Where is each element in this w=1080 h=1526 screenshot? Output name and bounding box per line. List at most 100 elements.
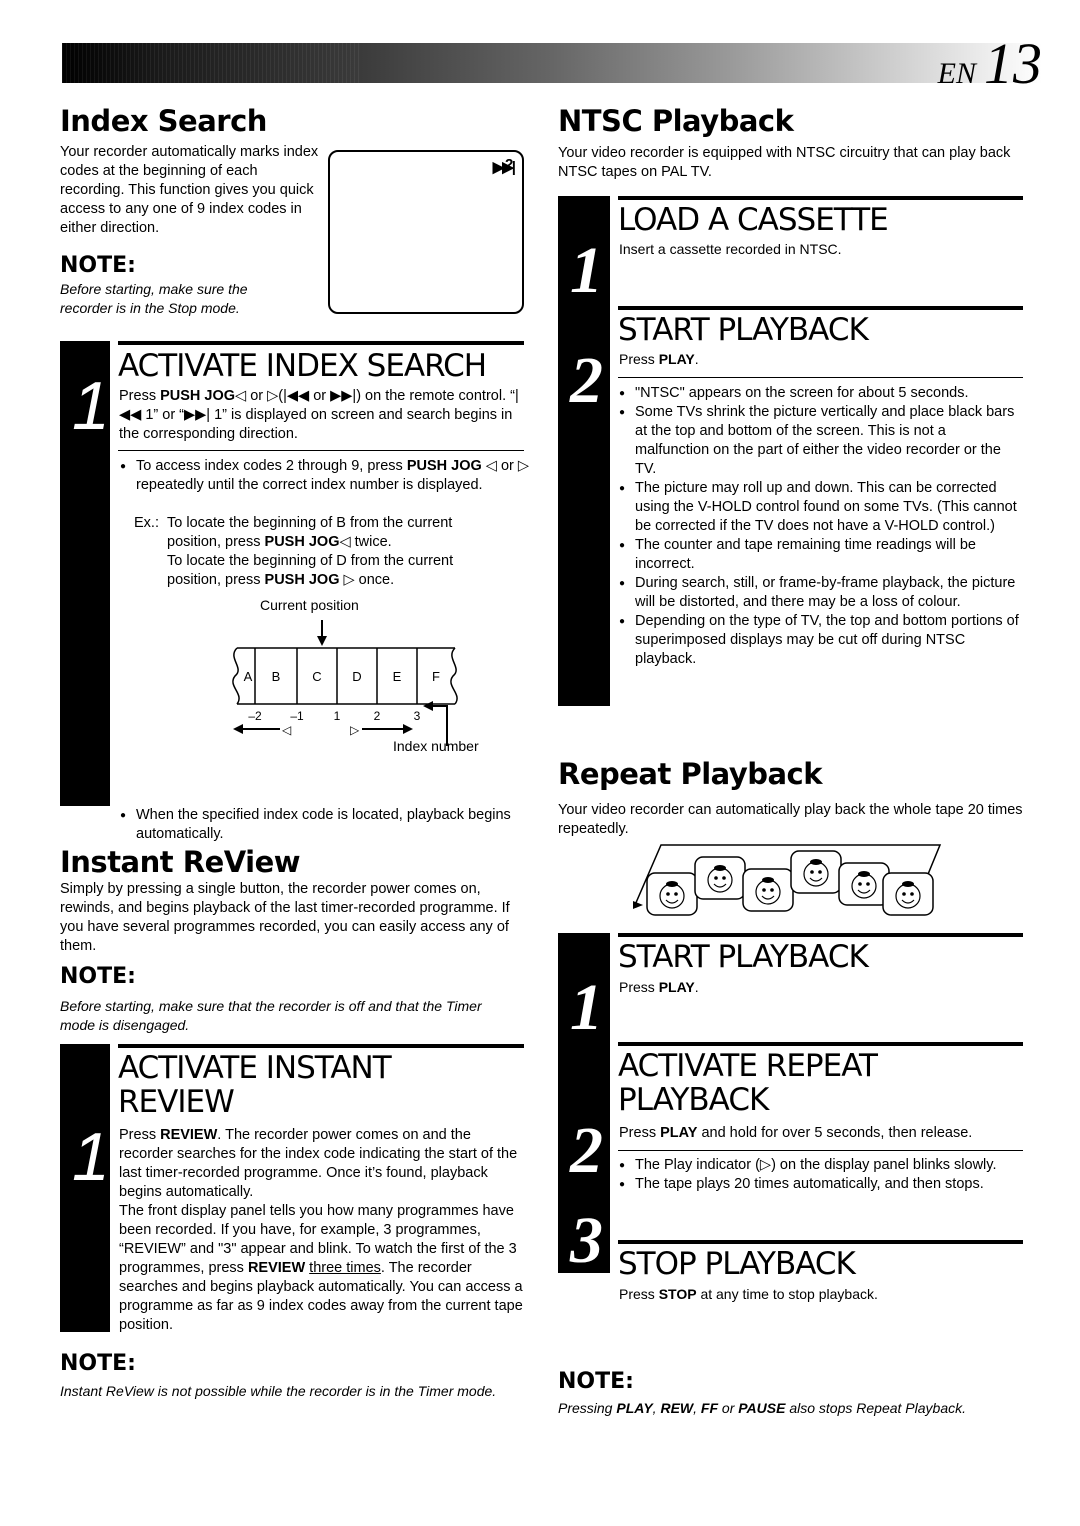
title-line: ACTIVATE REPEAT [618,1048,878,1084]
tape-segment-label: C [312,669,321,684]
step-rule [118,341,524,345]
ntsc-intro: Your video recorder is equipped with NTS… [558,145,1011,180]
step-instruction: Insert a cassette recorded in NTSC. [619,241,842,257]
button-name: PUSH JOG [406,458,482,474]
title-line: REVIEW [118,1084,235,1120]
step-title: ACTIVATE REPEAT PLAYBACK [618,1048,878,1117]
button-name: REW [660,1400,694,1416]
text: To access index codes 2 through 9, press [136,458,407,474]
step-number: 1 [570,234,603,307]
step-number: 1 [72,1119,110,1195]
index-search-intro: Your recorder automatically marks index … [60,144,319,236]
repeat-title: Repeat Playback [558,757,823,791]
bullet-item: When the specified index code is located… [120,806,536,844]
text: . [694,979,699,995]
repeat-bullet-list: The Play indicator (▷) on the display pa… [619,1156,1009,1194]
tape-segment-label: A [244,669,253,684]
note-text: Instant ReView is not possible while the… [60,1383,497,1399]
index-number-tick: –2 [248,709,262,723]
button-name: PUSH JOG [160,388,236,404]
button-name: PLAY [616,1400,653,1416]
text: Press [619,1286,659,1302]
bullet-item: The Play indicator (▷) on the display pa… [619,1156,1009,1175]
tv-frame-cartoon [882,872,934,916]
tv-frame-cartoon [742,868,794,912]
language-code: EN [937,57,976,90]
note-text: Before starting, make sure the recorder … [60,281,248,316]
bullet-item: To access index codes 2 through 9, press… [120,457,536,495]
forward-arrow-head [403,724,413,734]
bullet-item: During search, still, or frame-by-frame … [619,574,1024,612]
text: and hold for over 5 seconds, then releas… [697,1125,973,1141]
pointer-arrow-head [423,701,433,711]
note-text: Before starting, make sure that the reco… [60,998,482,1033]
text: Press [619,351,659,367]
step-number: 2 [570,344,603,417]
button-name: PLAY [658,351,695,367]
title-line: ACTIVATE INSTANT [118,1050,392,1086]
tv-screen-display: ▶▶| [328,150,524,314]
bullet-item: The counter and tape remaining time read… [619,536,1024,574]
text: ◁ twice. [339,534,392,550]
index-number-label: Index number [393,738,479,754]
repeat-intro: Your video recorder can automatically pl… [558,802,1023,837]
instant-review-intro: Simply by pressing a single button, the … [60,881,510,954]
step-title: ACTIVATE INDEX SEARCH [118,348,487,384]
emphasis: three times [309,1260,381,1276]
text: . [694,351,699,367]
divider [118,450,524,451]
step-rule [618,1042,1023,1046]
step-number: 3 [570,1204,603,1277]
text: also stops Repeat Playback. [785,1400,966,1416]
tv-frame-cartoon [838,862,890,906]
button-name: PUSH JOG [264,534,340,550]
ntsc-bullet-list: "NTSC" appears on the screen for about 5… [619,384,1024,669]
note-heading: NOTE: [60,253,136,278]
text: Pressing [558,1400,617,1416]
step-rule [118,1044,524,1048]
text: ▷ once. [339,572,395,588]
index-number-tick: 3 [414,709,421,723]
loop-arrow-head [633,901,643,909]
step-number-box: 1 2 [558,196,610,706]
button-name: PUSH JOG [264,572,340,588]
step-instruction: Press REVIEW. The recorder power comes o… [119,1126,524,1335]
page-number: EN 13 [938,30,1042,97]
step-number-box: 1 2 3 [558,933,610,1277]
index-number-tick: 2 [374,709,381,723]
note-heading: NOTE: [558,1369,634,1394]
index-number-tick: –1 [290,709,304,723]
bullet-item: The tape plays 20 times automatically, a… [619,1175,1009,1194]
step-number: 1 [570,971,603,1044]
page-number-value: 13 [984,31,1042,96]
button-name: PLAY [658,979,695,995]
forward-symbol: ▷ [350,723,360,737]
text: Press [619,1125,661,1141]
header-bar-stripes [62,43,362,83]
back-symbol: ◁ [282,723,292,737]
text: , [693,1400,701,1416]
tape-segment-label: F [432,669,440,684]
button-name: STOP [658,1286,697,1302]
divider [618,377,1023,378]
example-1: To locate the beginning of B from the cu… [167,514,497,552]
step-title: START PLAYBACK [618,939,869,975]
text: at any time to stop playback. [696,1286,878,1302]
step-number: 2 [570,1114,603,1187]
divider [618,1150,1023,1151]
button-name: FF [700,1400,719,1416]
tape-segment-label: E [393,669,402,684]
tape-segment-label: B [272,669,281,684]
text: Press [119,388,161,404]
step-instruction: Press PLAY. [619,350,699,369]
text: Press [619,979,659,995]
step-title: STOP PLAYBACK [618,1246,856,1282]
step-instruction: Press PUSH JOG◁ or ▷(|◀◀ or ▶▶|) on the … [119,387,519,444]
bullet-item: Depending on the type of TV, the top and… [619,612,1024,669]
step-rule [618,933,1023,937]
text: or [718,1400,739,1416]
tv-frame-cartoon [646,872,698,916]
index-search-title: Index Search [60,104,267,138]
bullet-item: The picture may roll up and down. This c… [619,479,1024,536]
tv-frame-cartoon [790,850,842,894]
